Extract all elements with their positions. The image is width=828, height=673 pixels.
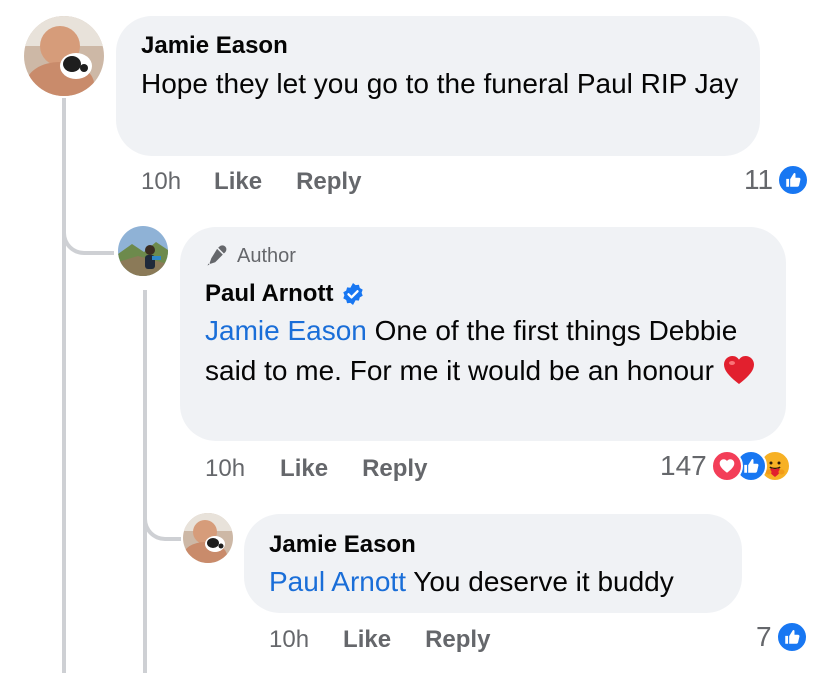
reply-button[interactable]: Reply bbox=[296, 168, 361, 196]
like-button[interactable]: Like bbox=[280, 455, 328, 483]
heart-emoji bbox=[722, 354, 756, 397]
like-button[interactable]: Like bbox=[343, 626, 391, 654]
thread-connector-reply-1 bbox=[62, 205, 114, 255]
timestamp[interactable]: 10h bbox=[269, 626, 309, 654]
author-name[interactable]: Jamie Eason bbox=[269, 531, 416, 559]
comment-author[interactable]: Jamie Eason bbox=[141, 32, 288, 60]
comment-actions: 10h Like Reply bbox=[205, 455, 427, 483]
reply-button[interactable]: Reply bbox=[362, 455, 427, 483]
avatar[interactable] bbox=[118, 226, 168, 276]
avatar[interactable] bbox=[24, 16, 104, 96]
comment-text: Hope they let you go to the funeral Paul… bbox=[141, 68, 739, 99]
verified-badge-icon bbox=[341, 282, 365, 306]
comment-author[interactable]: Paul Arnott bbox=[205, 280, 365, 308]
like-button[interactable]: Like bbox=[214, 168, 262, 196]
reaction-summary[interactable]: 11 bbox=[744, 164, 810, 196]
timestamp[interactable]: 10h bbox=[205, 455, 245, 483]
thread-line-nested bbox=[143, 290, 147, 673]
like-icon bbox=[777, 164, 810, 196]
author-name[interactable]: Paul Arnott bbox=[205, 280, 333, 308]
author-name[interactable]: Jamie Eason bbox=[141, 32, 288, 60]
comment-actions: 10h Like Reply bbox=[141, 168, 361, 196]
love-icon bbox=[710, 450, 743, 482]
thread-connector-reply-2 bbox=[143, 495, 181, 541]
mention-link[interactable]: Paul Arnott bbox=[269, 566, 406, 597]
reply-button[interactable]: Reply bbox=[425, 626, 490, 654]
reaction-summary[interactable]: 7 bbox=[756, 621, 808, 653]
timestamp[interactable]: 10h bbox=[141, 168, 181, 196]
microphone-icon bbox=[205, 244, 229, 268]
avatar[interactable] bbox=[183, 513, 233, 563]
reaction-count: 11 bbox=[744, 164, 774, 195]
reaction-count: 7 bbox=[756, 621, 772, 652]
author-badge-label: Author bbox=[237, 244, 296, 267]
reaction-summary[interactable]: 147 bbox=[660, 450, 791, 482]
comment-text: Paul Arnott You deserve it buddy bbox=[269, 566, 674, 597]
comment-text: Jamie Eason One of the first things Debb… bbox=[205, 311, 775, 397]
comment-actions: 10h Like Reply bbox=[269, 626, 490, 654]
author-badge: Author bbox=[205, 244, 296, 268]
thread-line-main bbox=[62, 98, 66, 673]
comment-author[interactable]: Jamie Eason bbox=[269, 531, 416, 559]
mention-link[interactable]: Jamie Eason bbox=[205, 315, 367, 346]
like-icon bbox=[775, 621, 808, 653]
reaction-count: 147 bbox=[660, 450, 707, 481]
